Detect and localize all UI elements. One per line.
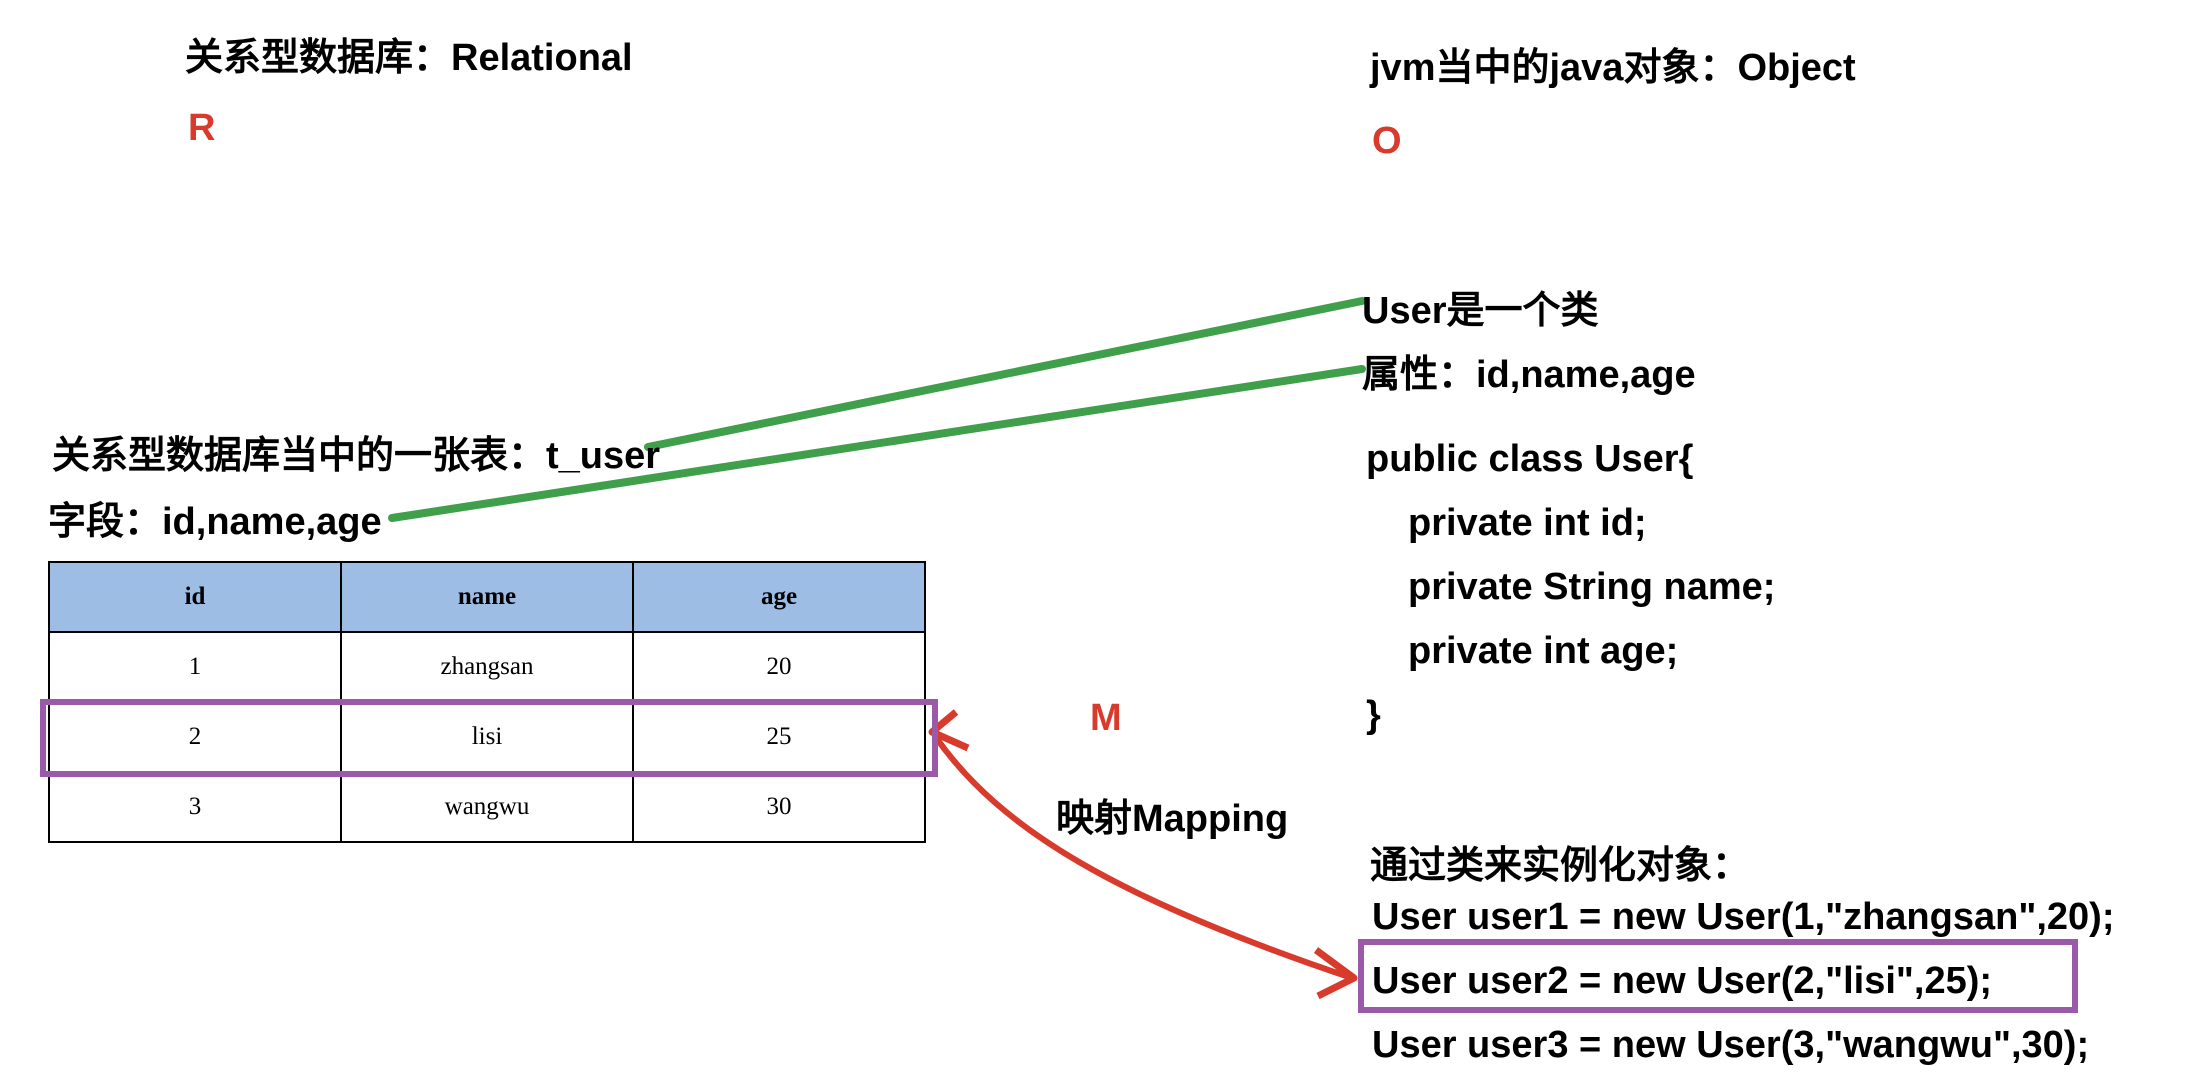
header-cell-age: age: [632, 561, 926, 633]
header-cell-id: id: [48, 561, 342, 633]
mapping-label: 映射Mapping: [1056, 798, 1289, 840]
object-title: jvm当中的java对象：Object: [1370, 47, 1856, 89]
code-line-name: private String name;: [1408, 566, 1776, 608]
table-header-row: id name age: [48, 561, 926, 633]
mapping-arrow: [932, 734, 1353, 981]
highlighted-instance-box: [1358, 939, 2078, 1013]
mapping-arrowhead-code: [1313, 947, 1358, 1000]
table-row: 3 wangwu 30: [48, 771, 926, 843]
instance-line-3: User user3 = new User(3,"wangwu",30);: [1372, 1024, 2090, 1066]
relational-letter: R: [188, 107, 216, 149]
code-line-id: private int id;: [1408, 502, 1647, 544]
highlighted-row-box: [40, 699, 938, 777]
table-to-class-connector: [644, 297, 1366, 451]
attributes-description: 属性：id,name,age: [1362, 354, 1696, 396]
cell-name: zhangsan: [340, 631, 634, 703]
mapping-letter: M: [1090, 697, 1122, 739]
fields-description: 字段：id,name,age: [48, 501, 382, 543]
object-letter: O: [1372, 120, 1402, 162]
instance-line-1: User user1 = new User(1,"zhangsan",20);: [1372, 896, 2115, 938]
table-description: 关系型数据库当中的一张表：t_user: [52, 435, 661, 477]
cell-age: 20: [632, 631, 926, 703]
code-line-class: public class User{: [1366, 438, 1694, 480]
header-cell-name: name: [340, 561, 634, 633]
class-description: User是一个类: [1362, 290, 1599, 332]
cell-age: 30: [632, 771, 926, 843]
table-row: 1 zhangsan 20: [48, 631, 926, 703]
instantiate-title: 通过类来实例化对象：: [1370, 845, 1751, 887]
code-line-close: }: [1366, 694, 1381, 736]
cell-name: wangwu: [340, 771, 634, 843]
relational-title: 关系型数据库：Relational: [185, 37, 633, 79]
code-line-age: private int age;: [1408, 630, 1679, 672]
cell-id: 3: [48, 771, 342, 843]
cell-id: 1: [48, 631, 342, 703]
